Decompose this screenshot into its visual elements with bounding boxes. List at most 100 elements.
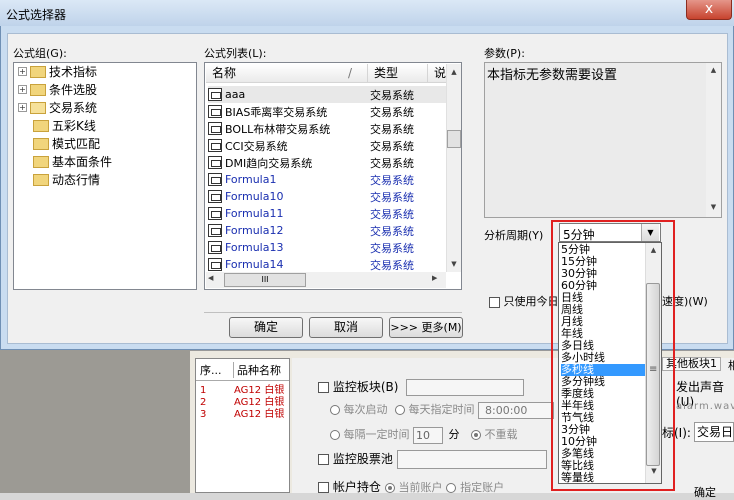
scroll-thumb[interactable] [447,130,461,148]
tree-label: 模式匹配 [52,137,101,151]
folder-open-icon [30,101,46,114]
formula-icon [208,105,222,118]
schedule-row: 每次启动 每天指定时间 8:00:00 [330,401,554,419]
tree-item-trading-system[interactable]: + 交易系统 [18,99,97,116]
formula-row[interactable]: BOLL布林带交易系统 交易系统 [208,120,446,137]
table-row[interactable]: 2 AG12 白银 [196,397,289,409]
title-bar [0,0,734,26]
formula-row[interactable]: Formula12 交易系统 [208,222,446,239]
folder-icon [33,137,49,150]
header-name[interactable]: 品种名称 [234,362,281,378]
background-table-header: 序... 品种名称 [196,359,289,381]
tree-item-colored-k[interactable]: 五彩K线 [33,117,96,134]
formula-list-vscroll[interactable]: ▲ ▼ [446,64,461,272]
header-seq[interactable]: 序... [196,361,234,378]
formula-row[interactable]: Formula13 交易系统 [208,239,446,256]
formula-row[interactable]: CCI交易系统 交易系统 [208,137,446,154]
hscroll-thumb[interactable]: III [224,273,306,287]
account-row: 帐户持仓 当前账户 指定账户 [318,478,504,495]
tree-item-fundamental[interactable]: 基本面条件 [33,153,112,170]
formula-type: 交易系统 [370,88,414,102]
tree-label: 动态行情 [52,173,101,187]
column-type[interactable]: 类型 [368,64,428,82]
params-box: 本指标无参数需要设置 [484,62,722,218]
time-input[interactable]: 8:00:00 [478,401,554,419]
table-row[interactable]: 3 AG12 白银 [196,409,289,421]
formula-name: aaa [225,88,246,101]
formula-type: 交易系统 [370,156,414,170]
scroll-up-icon[interactable]: ▲ [706,63,721,77]
tree-item-pattern[interactable]: 模式匹配 [33,135,100,152]
formula-icon [208,88,222,101]
formula-name-cell: Formula1 [208,173,370,186]
close-button[interactable]: x [686,0,732,20]
interval-input[interactable]: 10 [413,426,443,444]
formula-row[interactable]: Formula14 交易系统 [208,256,446,273]
account-checkbox[interactable] [318,482,329,493]
more-button[interactable]: >>> 更多(M) [389,317,463,338]
formula-list-label: 公式列表(L): [204,47,267,60]
tab-extra[interactable]: 相 [728,357,734,373]
formula-type: 交易系统 [370,190,414,204]
no-repeat-radio[interactable] [471,430,481,440]
scroll-down-icon[interactable]: ▼ [447,256,461,272]
formula-name-cell: DMI趋向交易系统 [208,155,370,171]
interval-radio[interactable] [330,430,340,440]
scroll-right-icon[interactable]: ▶ [432,274,437,282]
folder-icon [33,119,49,132]
monitor-board-row: 监控板块(B) [318,378,525,396]
tree-item-tech[interactable]: + 技术指标 [18,63,97,80]
formula-name: CCI交易系统 [225,139,288,153]
tree-label: 五彩K线 [52,119,96,133]
formula-name-cell: Formula13 [208,241,370,254]
column-name[interactable]: 名称 / [206,64,368,82]
tree-label: 条件选股 [49,83,98,97]
formula-icon [208,190,222,203]
interval-row: 每隔一定时间 10 分 不重载 [330,426,518,444]
formula-row[interactable]: Formula11 交易系统 [208,205,446,222]
formula-row[interactable]: Formula10 交易系统 [208,188,446,205]
mark-input[interactable]: 交易日 [694,422,734,442]
every-day-radio[interactable] [395,405,405,415]
ok-button[interactable]: 确定 [229,317,303,338]
scroll-left-icon[interactable]: ◀ [208,274,213,282]
expand-icon[interactable]: + [18,103,27,112]
confirm-partial[interactable]: 确定 [694,484,716,500]
monitor-pool-input[interactable] [396,450,547,469]
column-desc[interactable]: 说 [428,64,446,82]
current-account-radio[interactable] [384,482,395,493]
formula-name-cell: BIAS乖离率交易系统 [208,104,370,120]
tree-item-dynamic[interactable]: 动态行情 [33,171,100,188]
params-scrollbar[interactable]: ▲ ▼ [706,63,721,217]
formula-name: Formula13 [225,241,284,254]
monitor-board-checkbox[interactable] [318,382,329,393]
every-start-radio[interactable] [330,405,340,415]
formula-name-cell: BOLL布林带交易系统 [208,121,370,137]
scroll-down-icon[interactable]: ▼ [706,203,721,211]
table-row[interactable]: 1 AG12 白银 [196,385,289,397]
expand-icon[interactable]: + [18,85,27,94]
formula-icon [208,156,222,169]
tree-item-stock-select[interactable]: + 条件选股 [18,81,97,98]
formula-row[interactable]: BIAS乖离率交易系统 交易系统 [208,103,446,120]
expand-icon[interactable]: + [18,67,27,76]
formula-name: DMI趋向交易系统 [225,156,313,170]
only-use-row: 只使用今日 [489,293,559,309]
formula-name: Formula14 [225,258,284,271]
formula-name-cell: aaa [208,88,370,101]
formula-list-hscroll[interactable]: ◀ III ▶ [206,272,446,288]
monitor-pool-checkbox[interactable] [318,454,329,465]
row-name: AG12 白银 [234,409,285,420]
cancel-button[interactable]: 取消 [309,317,383,338]
formula-row[interactable]: aaa 交易系统 [208,86,446,103]
every-day-label: 每天指定时间 [408,403,475,416]
formula-icon [208,241,222,254]
formula-icon [208,173,222,186]
formula-name-cell: CCI交易系统 [208,138,370,154]
formula-row[interactable]: Formula1 交易系统 [208,171,446,188]
monitor-board-select[interactable] [406,379,525,396]
only-use-checkbox[interactable] [489,296,500,308]
scroll-up-icon[interactable]: ▲ [447,64,461,80]
formula-row[interactable]: DMI趋向交易系统 交易系统 [208,154,446,171]
specified-account-radio[interactable] [446,482,457,493]
